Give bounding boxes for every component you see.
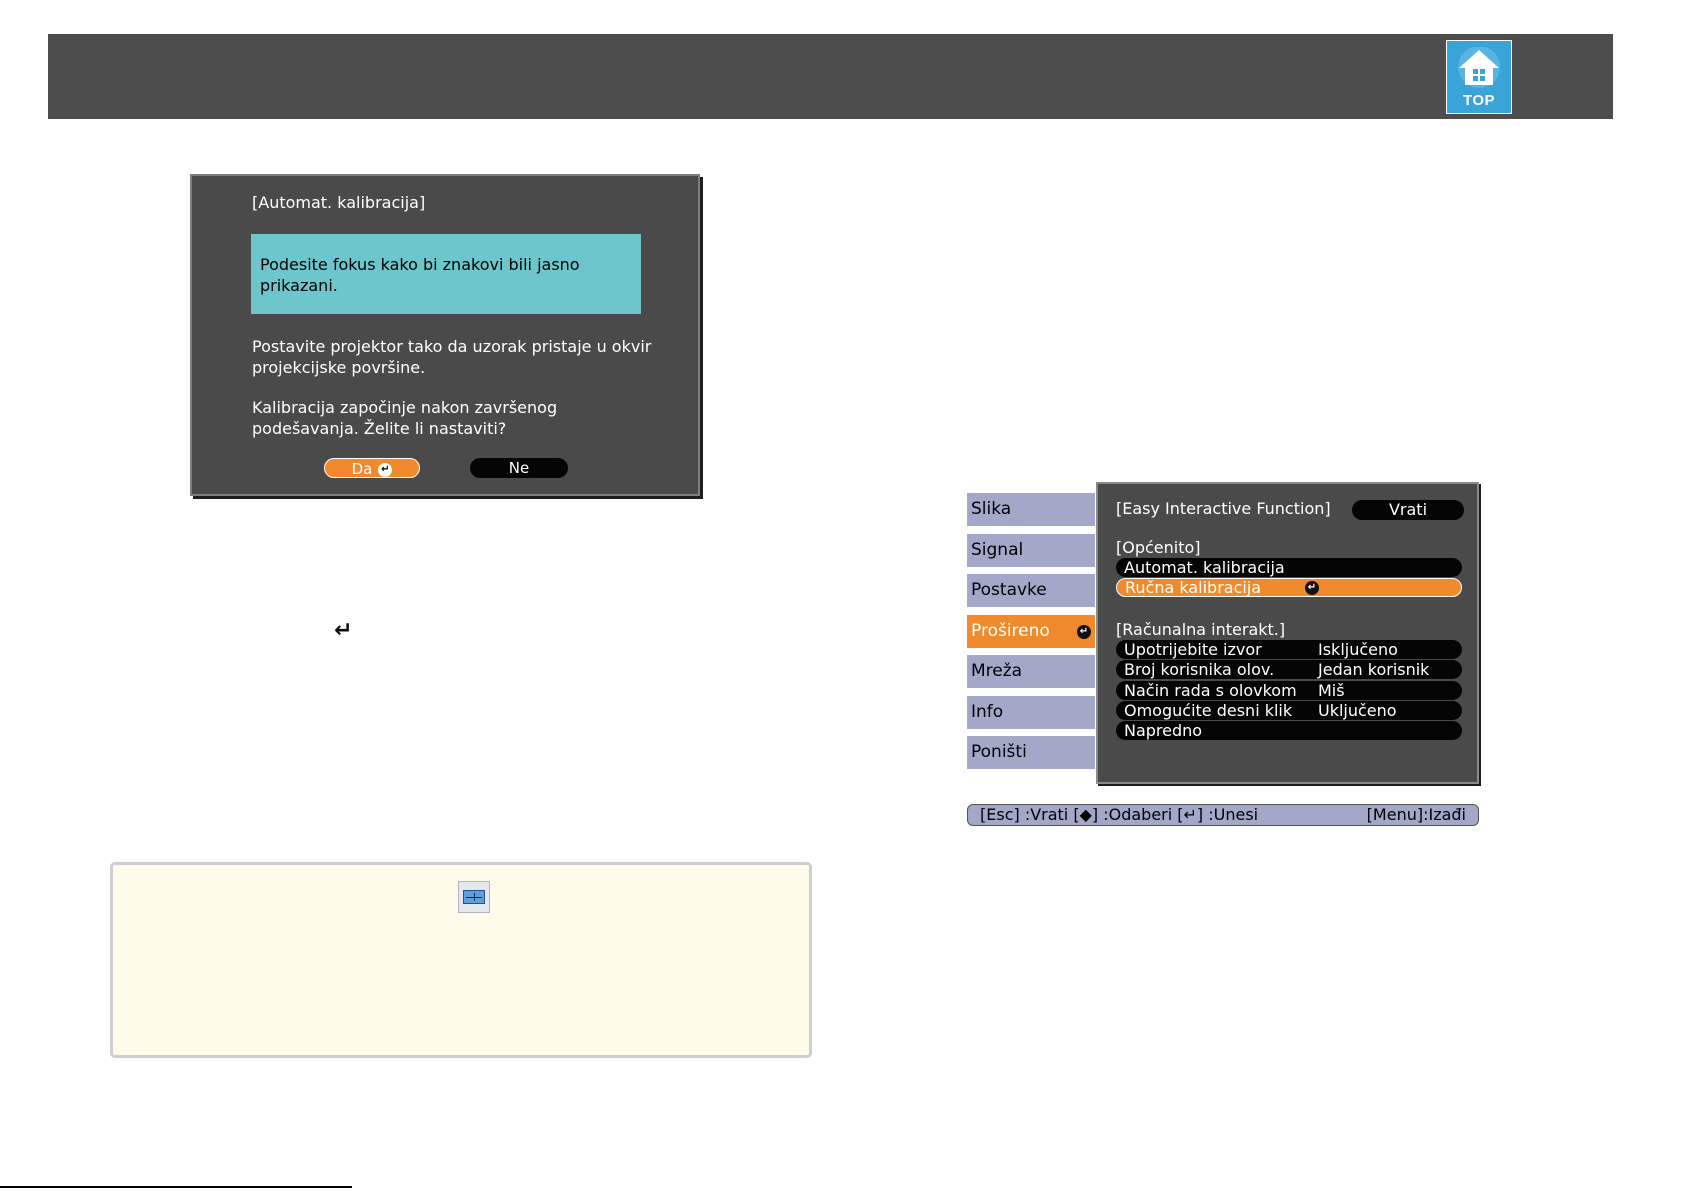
dialog-title: [Automat. kalibracija] [252, 193, 426, 212]
status-exit-text: [Menu]:Izađi [1366, 805, 1466, 824]
menu-sidebar: Slika Signal Postavke Prošireno ↵ Mreža I… [966, 488, 1096, 778]
yes-button-label: Da [351, 460, 373, 478]
back-button[interactable]: Vrati [1352, 500, 1464, 520]
menu-item-label: Automat. kalibracija [1124, 558, 1285, 577]
sidebar-item-label: Prošireno [971, 621, 1050, 641]
menu-item-label: Način rada s olovkom [1124, 681, 1297, 700]
sidebar-item-slika[interactable]: Slika [966, 492, 1096, 527]
menu-item-value: Jedan korisnik [1318, 660, 1430, 679]
menu-item-value: Isključeno [1318, 640, 1398, 659]
sidebar-item-info[interactable]: Info [966, 695, 1096, 730]
sidebar-item-label: Postavke [971, 580, 1047, 600]
menu-item-pen-mode[interactable]: Način rada s olovkom Miš [1116, 681, 1462, 700]
sidebar-item-prosireno[interactable]: Prošireno ↵ [966, 614, 1096, 649]
menu-item-right-click[interactable]: Omogućite desni klik Uključeno [1116, 701, 1462, 720]
menu-item-value: Miš [1318, 681, 1345, 700]
enter-icon: ↵ [1305, 581, 1319, 595]
sidebar-item-ponisti[interactable]: Poništi [966, 735, 1096, 770]
header-bar [48, 34, 1613, 119]
sidebar-item-label: Slika [971, 499, 1012, 519]
page-footer-rule [0, 1186, 352, 1188]
sidebar-item-label: Mreža [971, 661, 1023, 681]
menu-item-use-source[interactable]: Upotrijebite izvor Isključeno [1116, 640, 1462, 659]
sidebar-item-label: Poništi [971, 742, 1027, 762]
menu-item-auto-calibration[interactable]: Automat. kalibracija [1116, 558, 1462, 577]
panel-title: [Easy Interactive Function] [1116, 499, 1331, 518]
section-general-heading: [Općenito] [1116, 538, 1201, 557]
start-confirmation-text: Kalibracija započinje nakon završenog po… [252, 398, 558, 438]
calibration-icon [458, 881, 490, 913]
calibration-icon-screen [463, 890, 485, 904]
menu-item-advanced[interactable]: Napredno [1116, 721, 1462, 740]
placement-instruction: Postavite projektor tako da uzorak prist… [252, 337, 652, 377]
sidebar-item-label: Signal [971, 540, 1024, 560]
auto-calibration-dialog: [Automat. kalibracija] Podesite fokus ka… [190, 174, 700, 496]
menu-item-pen-users[interactable]: Broj korisnika olov. Jedan korisnik [1116, 660, 1462, 679]
enter-icon: ↵ [378, 462, 393, 477]
no-button-label: Ne [508, 459, 530, 477]
no-button[interactable]: Ne [470, 458, 568, 478]
sidebar-item-signal[interactable]: Signal [966, 533, 1096, 568]
menu-status-bar: [Esc] :Vrati [◆] :Odaberi [↵] :Unesi [Me… [967, 804, 1479, 826]
enter-key-icon: ↵ [334, 618, 353, 643]
menu-item-label: Omogućite desni klik [1124, 701, 1293, 720]
menu-item-label: Napredno [1124, 721, 1203, 740]
top-button[interactable]: TOP [1446, 40, 1512, 114]
menu-item-label: Upotrijebite izvor [1124, 640, 1262, 659]
section-pc-heading: [Računalna interakt.] [1116, 620, 1286, 639]
enter-icon: ↵ [1077, 625, 1091, 639]
menu-panel: [Easy Interactive Function] Vrati [Općen… [1096, 482, 1479, 784]
top-button-label: TOP [1462, 92, 1496, 109]
status-help-text: [Esc] :Vrati [◆] :Odaberi [↵] :Unesi [980, 805, 1259, 824]
sidebar-item-label: Info [971, 702, 1004, 722]
home-icon [1458, 47, 1500, 88]
menu-item-label: Ručna kalibracija [1125, 578, 1262, 597]
yes-button[interactable]: Da ↵ [324, 458, 420, 478]
crosshair-vertical [474, 893, 475, 901]
sidebar-item-postavke[interactable]: Postavke [966, 573, 1096, 608]
back-button-label: Vrati [1388, 500, 1428, 519]
sidebar-item-mreza[interactable]: Mreža [966, 654, 1096, 689]
menu-item-value: Uključeno [1318, 701, 1397, 720]
focus-message-box: Podesite fokus kako bi znakovi bili jasn… [251, 234, 641, 314]
menu-item-manual-calibration[interactable]: Ručna kalibracija ↵ [1116, 578, 1462, 597]
menu-item-label: Broj korisnika olov. [1124, 660, 1275, 679]
